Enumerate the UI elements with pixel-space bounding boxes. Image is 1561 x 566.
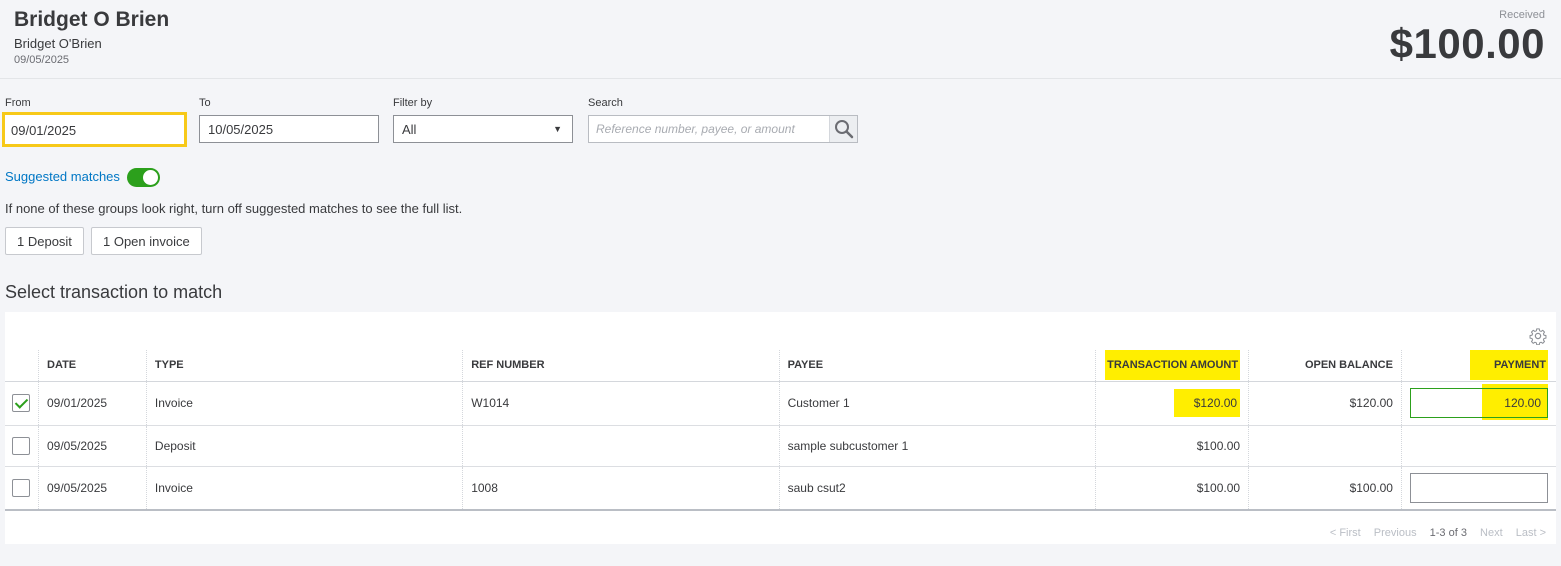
pager-first[interactable]: < First xyxy=(1330,527,1361,539)
pagination: < First Previous 1-3 of 3 Next Last > xyxy=(1320,527,1546,539)
group-chip-deposit[interactable]: 1 Deposit xyxy=(5,227,84,255)
cell-payee: sample subcustomer 1 xyxy=(778,425,1096,467)
pager-next[interactable]: Next xyxy=(1480,527,1503,539)
to-date-input[interactable]: 10/05/2025 xyxy=(199,115,379,143)
cell-date: 09/05/2025 xyxy=(38,466,147,511)
payment-input[interactable] xyxy=(1410,472,1548,503)
suggested-matches-label[interactable]: Suggested matches xyxy=(5,169,120,184)
cell-date: 09/01/2025 xyxy=(38,381,147,426)
row-select-cell xyxy=(5,466,39,511)
column-header-open-balance[interactable]: OPEN BALANCE xyxy=(1248,350,1402,382)
cell-open-balance: $100.00 xyxy=(1248,466,1402,511)
filter-by-value: All xyxy=(402,122,417,137)
search-box xyxy=(588,115,858,143)
payment-input[interactable] xyxy=(1410,388,1548,418)
filter-by-select[interactable]: All ▼ xyxy=(393,115,573,143)
cell-payee: Customer 1 xyxy=(778,381,1096,426)
cell-type: Deposit xyxy=(145,425,463,467)
payer-subtitle: Bridget O'Brien xyxy=(14,36,102,51)
transaction-amount-value: $120.00 xyxy=(1173,389,1241,417)
row-select-cell xyxy=(5,381,39,426)
transactions-card: DATE TYPE REF NUMBER PAYEE TRANSACTION A… xyxy=(5,312,1556,544)
cell-payment xyxy=(1400,466,1556,511)
row-checkbox[interactable] xyxy=(12,436,30,455)
table-row[interactable]: 09/05/2025 Deposit sample subcustomer 1 … xyxy=(5,425,1556,467)
cell-payment xyxy=(1400,425,1556,467)
table-header-row: DATE TYPE REF NUMBER PAYEE TRANSACTION A… xyxy=(5,350,1556,382)
cell-ref-number: 1008 xyxy=(462,466,780,511)
payment-header-label: PAYMENT xyxy=(1470,350,1548,381)
caret-down-icon: ▼ xyxy=(553,124,562,134)
pager-range: 1-3 of 3 xyxy=(1429,527,1467,539)
column-header-date[interactable]: DATE xyxy=(38,350,147,382)
row-select-cell xyxy=(5,425,39,467)
search-label: Search xyxy=(588,97,623,109)
cell-date: 09/05/2025 xyxy=(38,425,147,467)
transactions-table: DATE TYPE REF NUMBER PAYEE TRANSACTION A… xyxy=(5,350,1556,511)
column-header-type[interactable]: TYPE xyxy=(145,350,463,382)
pager-previous[interactable]: Previous xyxy=(1374,527,1417,539)
column-header-select xyxy=(5,350,39,382)
cell-transaction-amount: $100.00 xyxy=(1095,466,1249,511)
row-checkbox[interactable] xyxy=(12,478,30,497)
group-chip-open-invoice[interactable]: 1 Open invoice xyxy=(91,227,202,255)
pager-last[interactable]: Last > xyxy=(1516,527,1546,539)
payment-field-wrap xyxy=(1404,384,1548,420)
cell-open-balance: $120.00 xyxy=(1248,381,1402,426)
payer-date: 09/05/2025 xyxy=(14,54,70,66)
table-row[interactable]: 09/05/2025 Invoice 1008 saub csut2 $100.… xyxy=(5,466,1556,511)
search-icon xyxy=(835,120,854,139)
search-input[interactable] xyxy=(589,116,829,142)
suggested-matches-hint: If none of these groups look right, turn… xyxy=(5,201,463,216)
column-header-transaction-amount[interactable]: TRANSACTION AMOUNT xyxy=(1095,350,1249,382)
cell-transaction-amount: $120.00 xyxy=(1095,381,1249,426)
section-title: Select transaction to match xyxy=(5,282,223,302)
cell-ref-number: W1014 xyxy=(462,381,780,426)
gear-icon[interactable] xyxy=(1529,327,1547,345)
cell-type: Invoice xyxy=(145,381,463,426)
received-amount: $100.00 xyxy=(1389,20,1545,67)
suggested-matches-toggle[interactable] xyxy=(127,168,160,187)
search-button[interactable] xyxy=(829,116,857,142)
match-header: Bridget O Brien Bridget O'Brien 09/05/20… xyxy=(0,0,1561,79)
to-label: To xyxy=(199,97,211,109)
column-header-payment[interactable]: PAYMENT xyxy=(1400,350,1556,382)
payer-name: Bridget O Brien xyxy=(14,8,170,31)
cell-payee: saub csut2 xyxy=(778,466,1096,511)
cell-type: Invoice xyxy=(145,466,463,511)
cell-payment xyxy=(1400,381,1556,426)
row-checkbox[interactable] xyxy=(12,394,30,412)
cell-ref-number xyxy=(462,425,780,467)
filter-by-label: Filter by xyxy=(393,97,433,109)
from-date-input[interactable]: 09/01/2025 xyxy=(2,112,187,147)
table-row[interactable]: 09/01/2025 Invoice W1014 Customer 1 $120… xyxy=(5,381,1556,426)
from-label: From xyxy=(5,97,31,109)
column-header-payee[interactable]: PAYEE xyxy=(778,350,1096,382)
cell-transaction-amount: $100.00 xyxy=(1095,425,1249,467)
cell-open-balance xyxy=(1248,425,1402,467)
transaction-amount-header-label: TRANSACTION AMOUNT xyxy=(1105,350,1241,381)
column-header-ref-number[interactable]: REF NUMBER xyxy=(462,350,780,382)
